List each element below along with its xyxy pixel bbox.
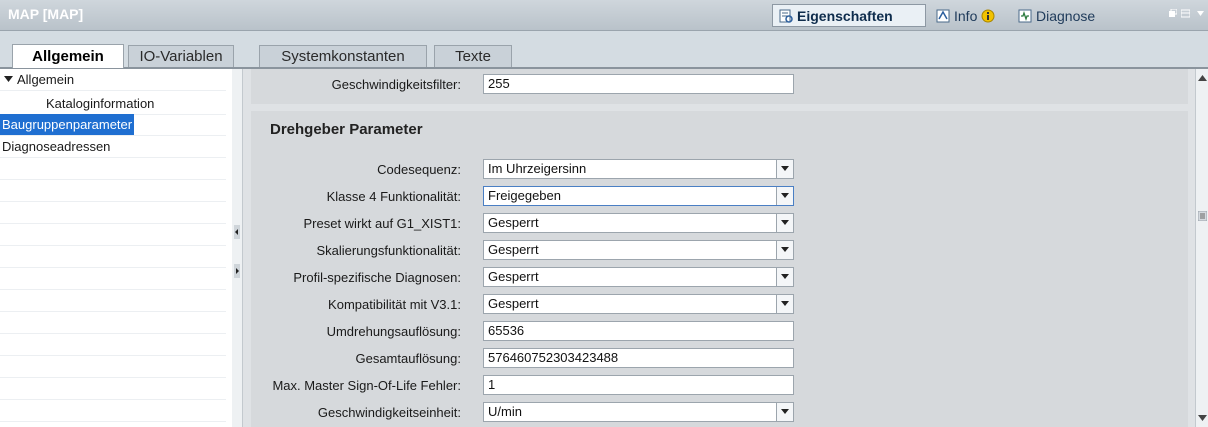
dropdown-value: U/min — [488, 404, 522, 419]
tab-allgemein[interactable]: Allgemein — [12, 44, 124, 68]
nav-empty-row — [0, 158, 226, 180]
properties-icon — [779, 9, 793, 23]
nav-item-allgemein[interactable]: Allgemein — [0, 69, 226, 91]
window-title: MAP [MAP] — [8, 6, 84, 22]
title-bar: MAP [MAP] Eigenschaften Info Diagnose — [0, 0, 1208, 31]
tab-systemkonstanten[interactable]: Systemkonstanten — [259, 45, 427, 67]
warning-info-icon — [981, 9, 995, 22]
nav-item-baugruppenparameter[interactable]: Baugruppenparameter — [0, 114, 226, 136]
parameter-content: Geschwindigkeitsfilter: 255 Drehgeber Pa… — [243, 69, 1195, 427]
tab-eigenschaften-label: Eigenschaften — [797, 7, 893, 24]
chevron-down-icon[interactable] — [1196, 9, 1205, 18]
dropdown-value: Gesperrt — [488, 215, 539, 230]
tab-info[interactable]: Info — [930, 4, 1010, 27]
field-label: Codesequenz: — [377, 162, 461, 177]
minimize-pane-icon[interactable] — [1181, 9, 1190, 18]
info-icon — [936, 9, 950, 22]
tab-io-variablen[interactable]: IO-Variablen — [128, 45, 234, 67]
field-label: Gesamtauflösung: — [355, 351, 461, 366]
field-label: Preset wirkt auf G1_XIST1: — [303, 216, 461, 231]
umdrehungsaufloesung-input[interactable]: 65536 — [483, 321, 794, 341]
field-label: Geschwindigkeitsfilter: — [331, 77, 461, 92]
field-label: Geschwindigkeitseinheit: — [317, 405, 461, 420]
dropdown-value: Gesperrt — [488, 296, 539, 311]
expand-arrow-icon[interactable] — [4, 76, 13, 83]
klasse4-funktionalitaet-dropdown[interactable]: Freigegeben — [483, 186, 794, 206]
pane-splitter[interactable] — [232, 69, 243, 427]
chevron-down-icon[interactable] — [776, 268, 793, 286]
nav-item-diagnoseadressen[interactable]: Diagnoseadressen — [0, 136, 226, 158]
codesequenz-dropdown[interactable]: Im Uhrzeigersinn — [483, 159, 794, 179]
nav-empty-row — [0, 334, 226, 356]
chevron-down-icon[interactable] — [776, 160, 793, 178]
chevron-down-icon[interactable] — [776, 214, 793, 232]
tab-info-label: Info — [954, 7, 978, 24]
dropdown-value: Gesperrt — [488, 242, 539, 257]
tab-diagnose[interactable]: Diagnose — [1012, 4, 1102, 27]
chevron-down-icon[interactable] — [776, 187, 793, 205]
preset-g1-xist1-dropdown[interactable]: Gesperrt — [483, 213, 794, 233]
chevron-down-icon[interactable] — [776, 295, 793, 313]
nav-item-baugruppenparameter-label: Baugruppenparameter — [0, 114, 135, 135]
expand-right-icon[interactable] — [234, 264, 240, 278]
nav-empty-row — [0, 268, 226, 290]
navigation-tree: Allgemein Kataloginformation Baugruppenp… — [0, 69, 233, 427]
vertical-scrollbar[interactable] — [1195, 69, 1208, 427]
kompatibilitaet-v31-dropdown[interactable]: Gesperrt — [483, 294, 794, 314]
field-label: Klasse 4 Funktionalität: — [326, 189, 461, 204]
field-label: Kompatibilität mit V3.1: — [328, 297, 461, 312]
tab-eigenschaften[interactable]: Eigenschaften — [772, 4, 926, 27]
gesamtaufloesung-input[interactable]: 576460752303423488 — [483, 348, 794, 368]
dropdown-value: Im Uhrzeigersinn — [488, 161, 587, 176]
nav-item-kataloginformation[interactable]: Kataloginformation — [0, 93, 226, 115]
chevron-down-icon[interactable] — [776, 403, 793, 421]
dropdown-value: Gesperrt — [488, 269, 539, 284]
nav-empty-row — [0, 312, 226, 334]
nav-empty-row — [0, 400, 226, 422]
nav-empty-row — [0, 202, 226, 224]
float-window-icon[interactable] — [1168, 9, 1177, 18]
chevron-down-icon[interactable] — [776, 241, 793, 259]
nav-item-allgemein-label: Allgemein — [17, 72, 75, 87]
field-label: Max. Master Sign-Of-Life Fehler: — [272, 378, 461, 393]
previous-section-panel: Geschwindigkeitsfilter: 255 — [251, 69, 1188, 104]
nav-empty-row — [0, 356, 226, 378]
nav-empty-row — [0, 290, 226, 312]
skalierungsfunktionalitaet-dropdown[interactable]: Gesperrt — [483, 240, 794, 260]
field-label: Skalierungsfunktionalität: — [316, 243, 461, 258]
geschwindigkeitsfilter-input[interactable]: 255 — [483, 74, 794, 94]
nav-empty-row — [0, 180, 226, 202]
profil-diagnosen-dropdown[interactable]: Gesperrt — [483, 267, 794, 287]
scroll-down-icon[interactable] — [1198, 415, 1207, 422]
geschwindigkeitseinheit-dropdown[interactable]: U/min — [483, 402, 794, 422]
nav-item-kataloginformation-label: Kataloginformation — [46, 96, 155, 111]
scroll-up-icon[interactable] — [1198, 75, 1207, 82]
property-tabs: Allgemein IO-Variablen Systemkonstanten … — [0, 31, 1208, 69]
tab-diagnose-label: Diagnose — [1036, 7, 1096, 24]
max-master-sign-of-life-input[interactable]: 1 — [483, 375, 794, 395]
section-title: Drehgeber Parameter — [270, 121, 423, 138]
field-label: Umdrehungsauflösung: — [326, 324, 461, 339]
collapse-left-icon[interactable] — [234, 225, 240, 239]
field-label: Profil-spezifische Diagnosen: — [293, 270, 461, 285]
diagnose-icon — [1018, 9, 1032, 22]
drehgeber-parameter-section: Drehgeber Parameter Codesequenz: Im Uhrz… — [251, 111, 1188, 427]
nav-empty-row — [0, 378, 226, 400]
nav-empty-row — [0, 246, 226, 268]
nav-empty-row — [0, 224, 226, 246]
dropdown-value: Freigegeben — [488, 188, 561, 203]
tab-texte[interactable]: Texte — [434, 45, 512, 67]
nav-item-diagnoseadressen-label: Diagnoseadressen — [2, 139, 111, 154]
scroll-grip-icon[interactable] — [1198, 211, 1207, 221]
